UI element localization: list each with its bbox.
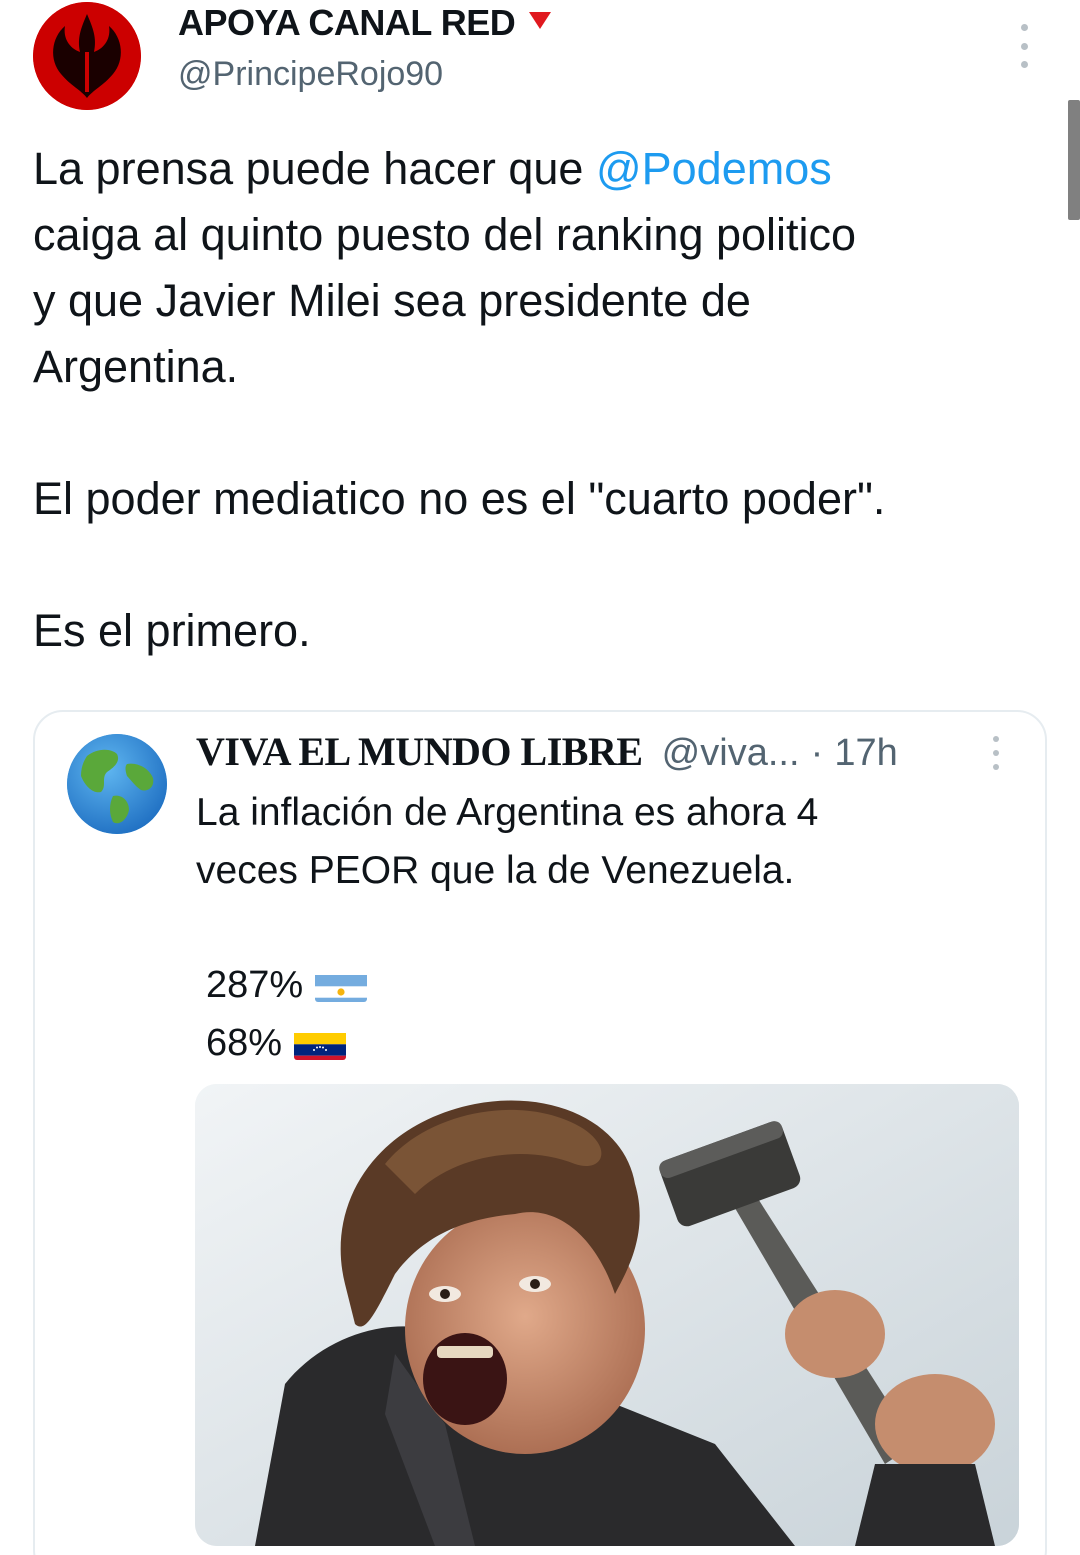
- separator-dot: ·: [810, 732, 824, 774]
- mention-link[interactable]: @Podemos: [596, 143, 832, 194]
- tweet-line-3: y que Javier Milei sea presidente de: [33, 275, 751, 326]
- quoted-tweet-card[interactable]: VIVA EL MUNDO LIBRE @viva... · 17h La in…: [33, 710, 1047, 1555]
- stat-value: 287%: [206, 964, 304, 1006]
- tweet-paragraph-2: El poder mediatico no es el "cuarto pode…: [33, 473, 886, 524]
- quoted-author-handle[interactable]: @viva...: [662, 732, 800, 774]
- tweet-paragraph-3: Es el primero.: [33, 605, 311, 656]
- quoted-line-2: veces PEOR que la de Venezuela.: [196, 849, 795, 892]
- earth-globe-icon: [67, 734, 167, 834]
- tweet-line-4: Argentina.: [33, 341, 239, 392]
- stat-venezuela: 68%: [206, 1014, 367, 1072]
- more-options-icon[interactable]: [1010, 24, 1038, 68]
- red-triangle-icon: [529, 12, 552, 29]
- tweet-text: La prensa puede hacer que @Podemos caiga…: [33, 136, 1053, 664]
- stat-argentina: 287%: [206, 956, 368, 1014]
- author-name-text: APOYA CANAL RED: [178, 2, 516, 43]
- quoted-timestamp[interactable]: 17h: [834, 732, 897, 774]
- man-with-hammer-photo: [195, 1084, 1019, 1546]
- quoted-header: VIVA EL MUNDO LIBRE @viva... · 17h: [196, 728, 898, 775]
- venezuela-flag-icon: [294, 1026, 347, 1060]
- stat-value: 68%: [206, 1022, 283, 1064]
- author-display-name[interactable]: APOYA CANAL RED: [178, 2, 552, 44]
- argentina-flag-icon: [315, 968, 368, 1002]
- quoted-author-name[interactable]: VIVA EL MUNDO LIBRE: [196, 729, 643, 774]
- quoted-media-photo[interactable]: [195, 1084, 1019, 1546]
- rebel-alliance-logo-icon: [33, 2, 141, 110]
- quoted-author-avatar[interactable]: [67, 734, 167, 834]
- quoted-more-options-icon[interactable]: [989, 736, 1003, 770]
- scrollbar[interactable]: [1068, 100, 1080, 220]
- tweet-line-1: La prensa puede hacer que @Podemos: [33, 143, 832, 194]
- tweet-line-2: caiga al quinto puesto del ranking polit…: [33, 209, 857, 260]
- inflation-stats: 287% 68%: [206, 956, 368, 1072]
- quoted-line-1: La inflación de Argentina es ahora 4: [196, 791, 819, 834]
- author-avatar[interactable]: [33, 2, 141, 110]
- author-handle[interactable]: @PrincipeRojo90: [178, 55, 443, 94]
- quoted-tweet-text: La inflación de Argentina es ahora 4 vec…: [196, 784, 818, 900]
